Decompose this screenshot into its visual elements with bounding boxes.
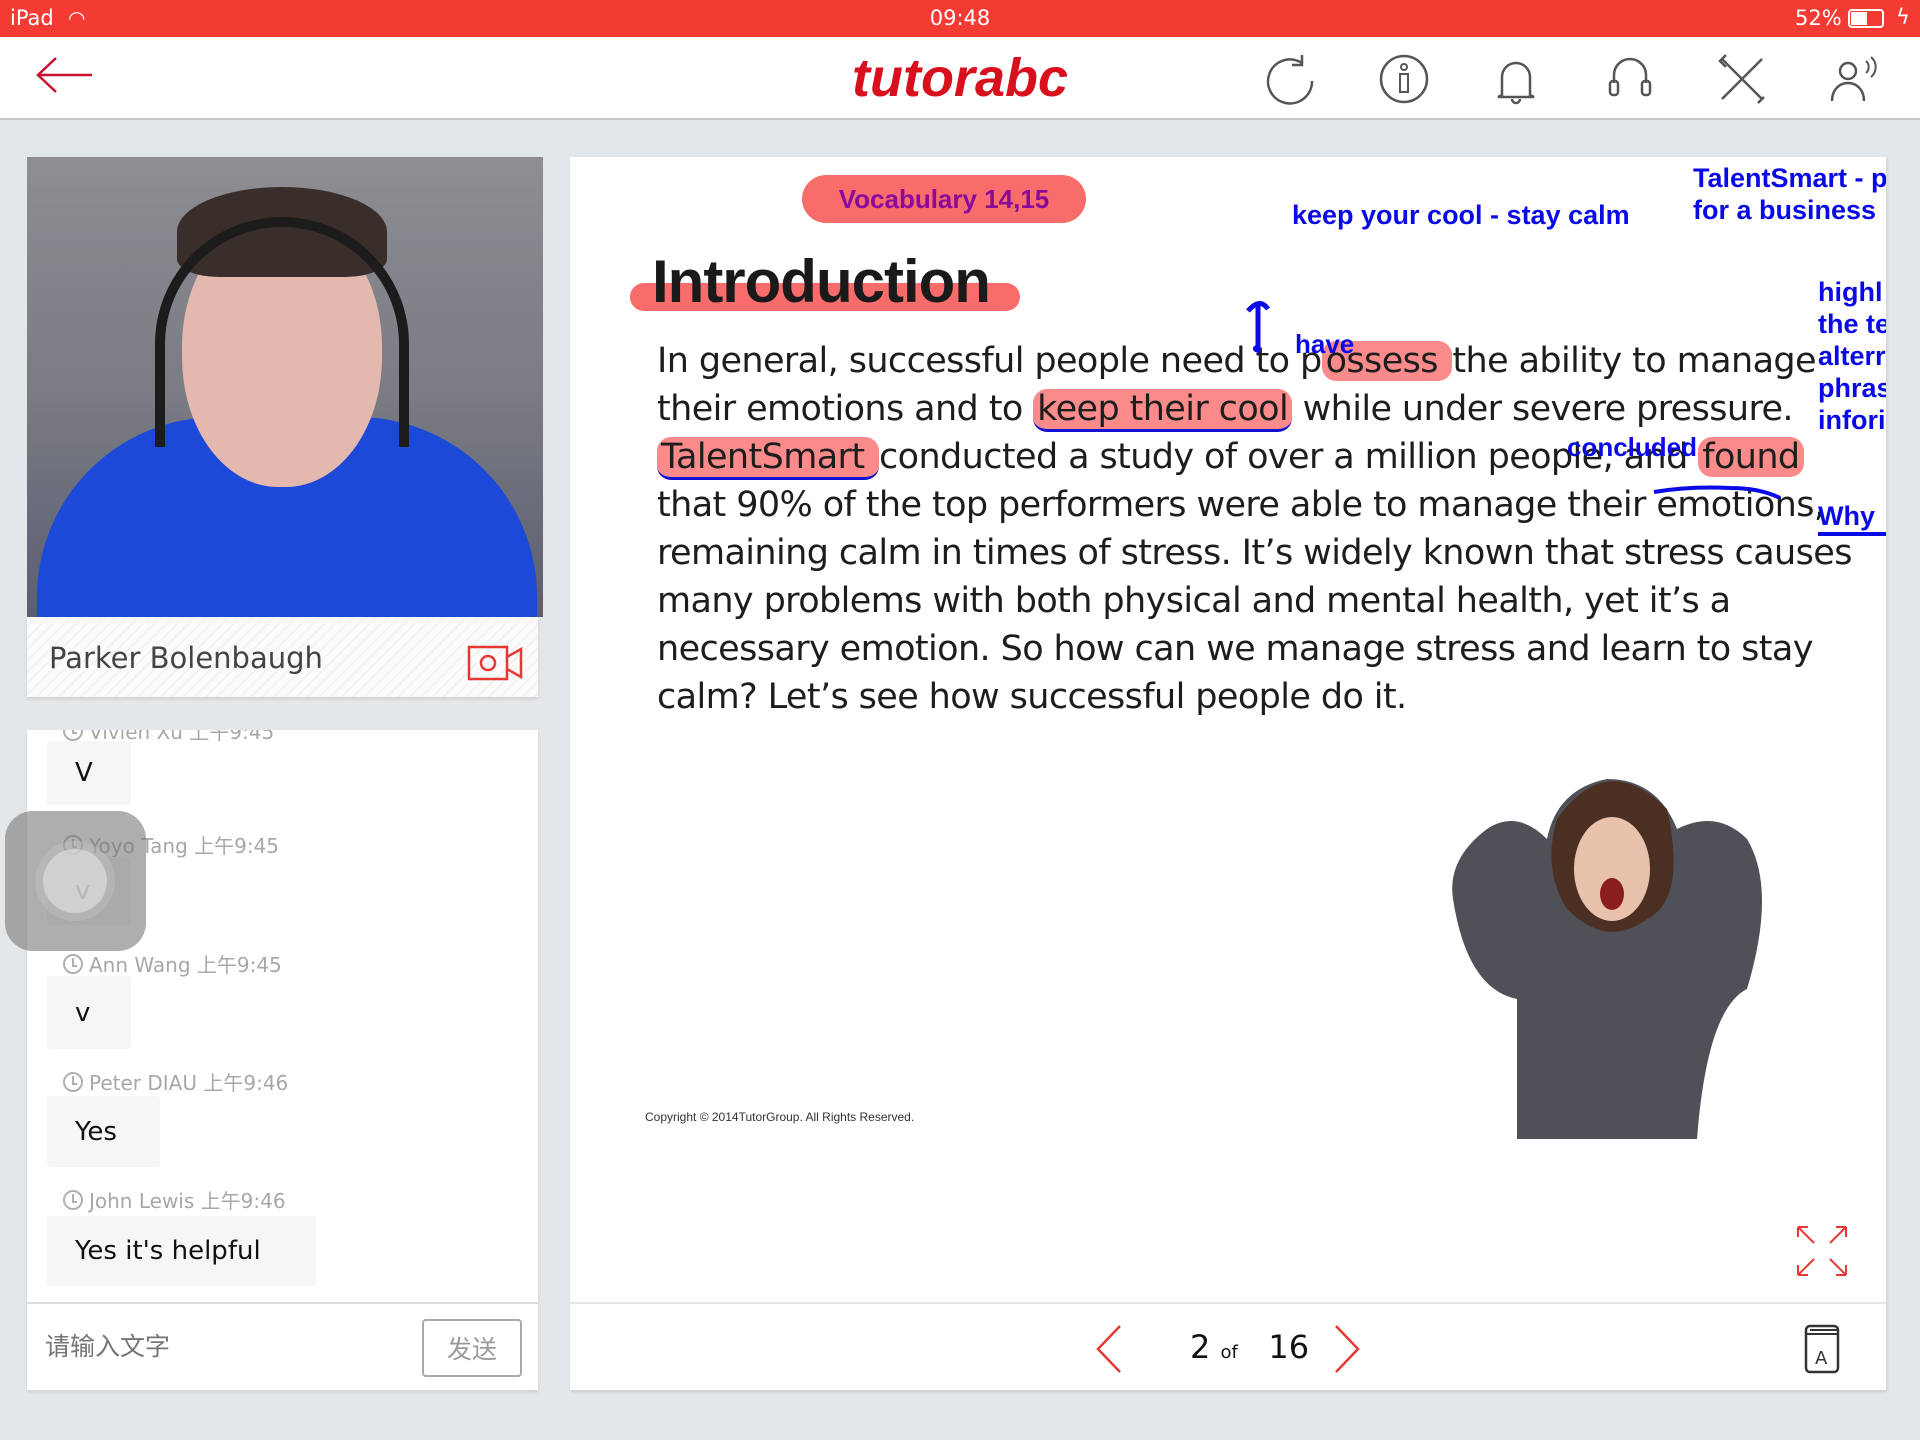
teacher-name: Parker Bolenbaugh bbox=[49, 641, 323, 675]
status-bar: iPad ◠ 09:48 52% ϟ bbox=[0, 0, 1920, 37]
annotation-side-3: alterr bbox=[1818, 341, 1886, 371]
battery-percent: 52% bbox=[1795, 6, 1842, 30]
assistive-touch-button[interactable] bbox=[5, 811, 146, 951]
insert-caret-annotation bbox=[1246, 301, 1271, 354]
bell-icon[interactable] bbox=[1488, 51, 1544, 107]
message-bubble: Yes it's helpful bbox=[47, 1216, 316, 1286]
message-bubble: Yes bbox=[47, 1096, 160, 1167]
assistive-touch-circle bbox=[43, 849, 107, 913]
top-toolbar: tutorabc bbox=[0, 37, 1920, 120]
copyright-text: Copyright © 2014TutorGroup. All Rights R… bbox=[645, 1110, 915, 1124]
slide-viewer: Vocabulary 14,15 Introduction In general… bbox=[570, 157, 1886, 1390]
annotation-side-4: phras bbox=[1818, 373, 1886, 403]
clock-icon bbox=[63, 730, 83, 741]
paragraph-line: In general, successful people need to po… bbox=[657, 341, 1817, 381]
chat-input[interactable] bbox=[45, 1322, 415, 1372]
annotation-talentsmart: TalentSmart - p bbox=[1693, 163, 1886, 193]
dictionary-book-icon[interactable]: A bbox=[1804, 1324, 1840, 1374]
tools-icon[interactable] bbox=[1714, 51, 1770, 107]
charging-icon: ϟ bbox=[1896, 5, 1910, 29]
message-bubble: V bbox=[47, 741, 131, 805]
total-pages: 16 bbox=[1268, 1328, 1310, 1366]
annotation-why: Why bbox=[1818, 501, 1886, 536]
paragraph-line: their emotions and to keep their cool wh… bbox=[657, 389, 1794, 432]
annotation-side-2: the te bbox=[1818, 309, 1886, 339]
slide-title: Introduction bbox=[652, 248, 991, 315]
svg-text:A: A bbox=[1815, 1348, 1828, 1369]
teacher-name-bar: Parker Bolenbaugh bbox=[27, 617, 538, 697]
annotation-keep-cool: keep your cool - stay calm bbox=[1292, 200, 1630, 230]
message-header: Ann Wang 上午9:45 bbox=[63, 949, 282, 978]
battery-icon bbox=[1848, 9, 1884, 28]
slide-pager: 2 of 16 A bbox=[570, 1302, 1886, 1390]
clock: 09:48 bbox=[929, 6, 991, 30]
annotation-side-5: infori bbox=[1818, 405, 1886, 435]
info-icon[interactable] bbox=[1376, 51, 1432, 107]
paragraph-line: calm? Let’s see how successful people do… bbox=[657, 677, 1407, 717]
camera-icon[interactable] bbox=[467, 645, 523, 681]
current-page: 2 bbox=[1190, 1328, 1211, 1366]
chat-input-bar: 发送 bbox=[27, 1302, 538, 1390]
next-slide-button[interactable] bbox=[1332, 1324, 1362, 1374]
message-header: Peter DIAU 上午9:46 bbox=[63, 1067, 288, 1096]
paragraph-line: many problems with both physical and men… bbox=[657, 581, 1731, 621]
fullscreen-icon[interactable] bbox=[1796, 1225, 1848, 1277]
message-header: John Lewis 上午9:46 bbox=[63, 1185, 286, 1214]
send-button[interactable]: 发送 bbox=[422, 1319, 522, 1377]
page-indicator: 2 of 16 bbox=[1190, 1328, 1310, 1366]
annotation-business: for a business bbox=[1693, 195, 1877, 225]
headset-icon[interactable] bbox=[1602, 51, 1658, 107]
teacher-video bbox=[27, 157, 543, 617]
vocabulary-label: Vocabulary 14,15 bbox=[802, 175, 1086, 223]
message-bubble: v bbox=[47, 976, 131, 1049]
previous-slide-button[interactable] bbox=[1094, 1324, 1124, 1374]
refresh-icon[interactable] bbox=[1262, 51, 1318, 107]
stressed-woman-image bbox=[1452, 779, 1762, 1139]
annotation-side-1: highl bbox=[1818, 277, 1883, 307]
annotation-have: have bbox=[1295, 329, 1355, 359]
clock-icon bbox=[63, 1189, 83, 1210]
annotation-concluded: concluded bbox=[1567, 432, 1698, 462]
clock-icon bbox=[63, 1071, 83, 1092]
paragraph-line: remaining calm in times of stress. It’s … bbox=[657, 533, 1852, 573]
clock-icon bbox=[63, 953, 83, 974]
paragraph-line: necessary emotion. So how can we manage … bbox=[657, 629, 1813, 669]
users-audio-icon[interactable] bbox=[1826, 51, 1882, 107]
